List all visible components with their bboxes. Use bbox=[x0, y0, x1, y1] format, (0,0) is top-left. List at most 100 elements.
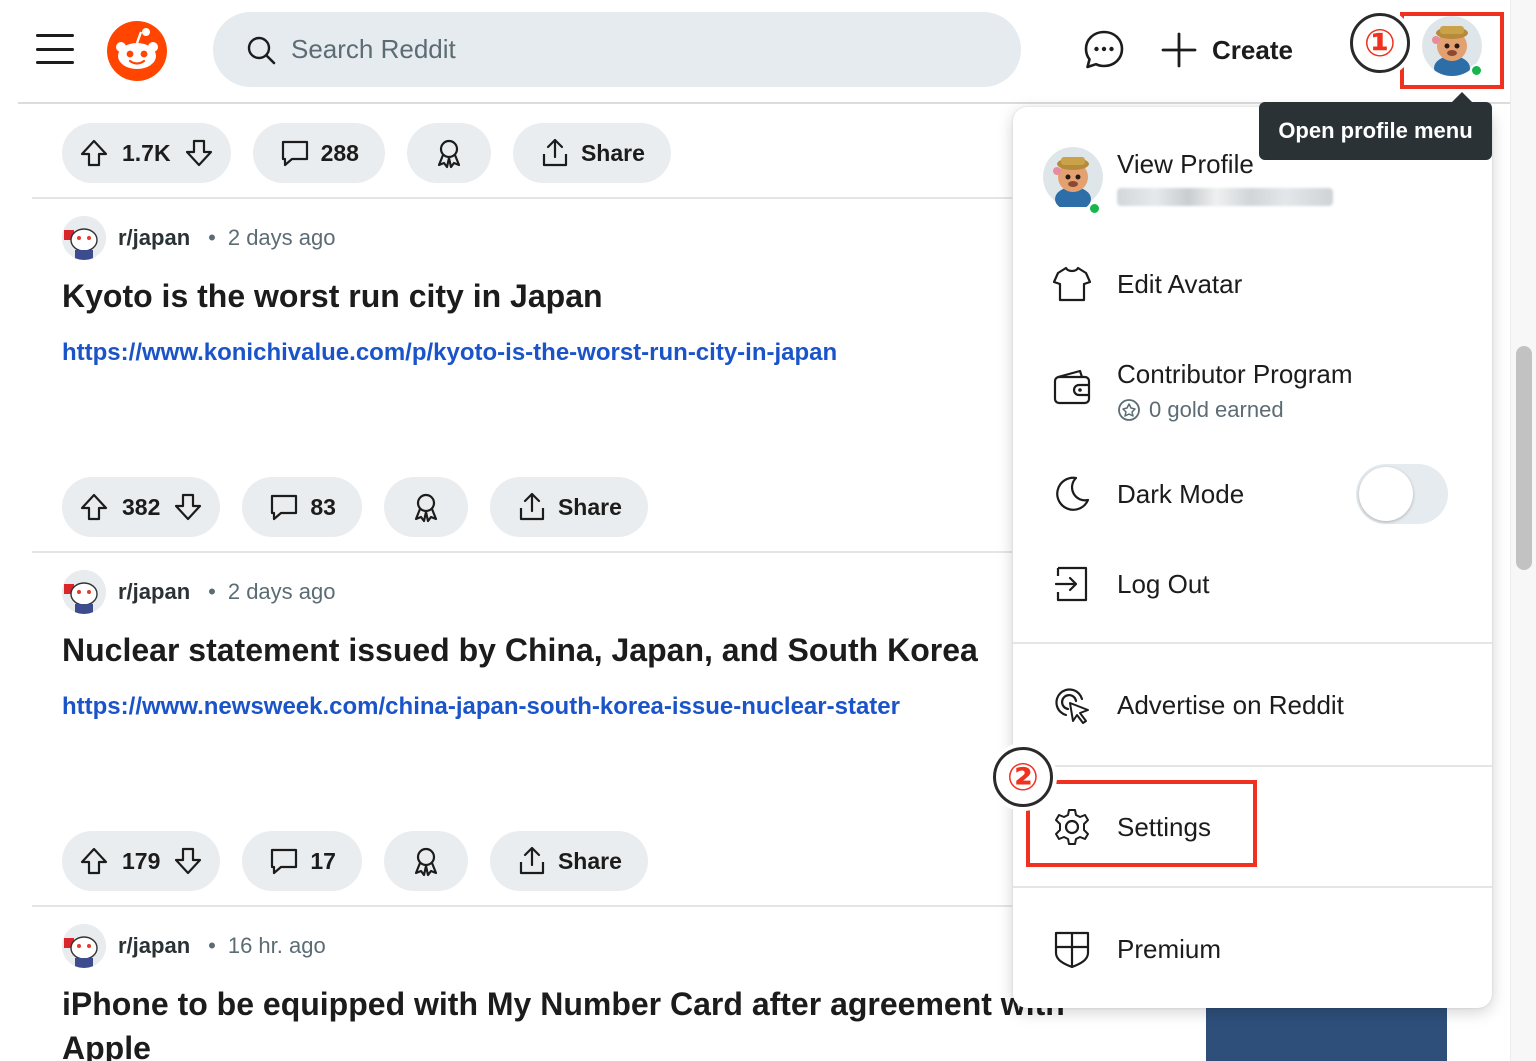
subreddit-icon[interactable] bbox=[62, 924, 106, 968]
logout-icon bbox=[1051, 563, 1093, 605]
gold-coin-icon bbox=[1118, 399, 1140, 421]
post-actions: 179 17 Share bbox=[62, 831, 648, 891]
shield-icon bbox=[1051, 928, 1093, 970]
vote-pill: 382 bbox=[62, 477, 221, 537]
share-label: Share bbox=[557, 493, 622, 520]
step-marker-2: ② bbox=[993, 747, 1053, 807]
menu-item-premium[interactable]: Premium bbox=[1013, 922, 1492, 976]
menu-item-contributor-program[interactable]: Contributor Program 0 gold earned bbox=[1013, 347, 1492, 437]
comment-icon bbox=[281, 140, 308, 167]
vote-pill: 179 bbox=[62, 831, 221, 891]
user-avatar-icon bbox=[1043, 147, 1103, 211]
share-icon bbox=[542, 138, 568, 167]
comment-icon bbox=[271, 848, 298, 875]
highlight-box-profile bbox=[1400, 12, 1504, 89]
menu-item-dark-mode[interactable]: Dark Mode bbox=[1013, 464, 1492, 524]
menu-item-edit-avatar[interactable]: Edit Avatar bbox=[1013, 257, 1492, 311]
award-button[interactable] bbox=[406, 123, 491, 183]
menu-divider bbox=[1013, 642, 1492, 644]
post-actions: 382 83 Share bbox=[62, 477, 648, 537]
post-divider bbox=[32, 905, 1012, 907]
subreddit-name[interactable]: r/japan bbox=[118, 933, 190, 959]
vote-count: 382 bbox=[122, 493, 161, 520]
subreddit-icon[interactable] bbox=[62, 216, 106, 260]
post-title[interactable]: Nuclear statement issued by China, Japan… bbox=[62, 632, 978, 669]
post-time: 2 days ago bbox=[227, 225, 336, 250]
search-icon bbox=[247, 36, 276, 64]
post-divider bbox=[32, 197, 1012, 199]
upvote-icon[interactable] bbox=[78, 491, 110, 523]
scrollbar-thumb[interactable] bbox=[1516, 346, 1532, 570]
menu-divider bbox=[1013, 886, 1492, 888]
subreddit-name[interactable]: r/japan bbox=[118, 579, 190, 605]
share-button[interactable]: Share bbox=[489, 831, 648, 891]
dark-mode-toggle[interactable] bbox=[1356, 464, 1448, 524]
post-thumbnail[interactable] bbox=[1206, 1008, 1447, 1061]
share-button[interactable]: Share bbox=[512, 123, 671, 183]
comment-count: 288 bbox=[320, 139, 359, 166]
post-time: 2 days ago bbox=[227, 579, 336, 604]
post-meta: r/japan • 2 days ago bbox=[62, 215, 335, 261]
share-label: Share bbox=[557, 847, 622, 874]
menu-avatar bbox=[1043, 147, 1103, 215]
vote-count: 1.7K bbox=[122, 139, 171, 166]
highlight-box-settings bbox=[1026, 780, 1257, 867]
reddit-logo-icon[interactable] bbox=[106, 20, 168, 82]
advertise-label: Advertise on Reddit bbox=[1117, 690, 1344, 720]
cursor-click-icon bbox=[1051, 684, 1093, 726]
hamburger-menu-icon[interactable] bbox=[36, 34, 74, 64]
award-button[interactable] bbox=[383, 477, 468, 537]
downvote-icon[interactable] bbox=[183, 137, 215, 169]
separator: • bbox=[208, 225, 216, 250]
vote-count: 179 bbox=[122, 847, 161, 874]
post-title[interactable]: iPhone to be equipped with My Number Car… bbox=[62, 986, 1065, 1023]
comments-button[interactable]: 288 bbox=[252, 123, 385, 183]
redacted-username bbox=[1117, 188, 1333, 206]
share-label: Share bbox=[580, 139, 645, 166]
search-placeholder: Search Reddit bbox=[291, 34, 456, 64]
downvote-icon[interactable] bbox=[172, 845, 204, 877]
award-button[interactable] bbox=[383, 831, 468, 891]
dark-mode-label: Dark Mode bbox=[1117, 479, 1245, 509]
post-link[interactable]: https://www.newsweek.com/china-japan-sou… bbox=[62, 693, 900, 721]
share-button[interactable]: Share bbox=[489, 477, 648, 537]
comment-count: 17 bbox=[310, 847, 336, 874]
create-button[interactable]: Create bbox=[1160, 28, 1293, 72]
chat-icon[interactable] bbox=[1082, 28, 1126, 72]
subreddit-name[interactable]: r/japan bbox=[118, 225, 190, 251]
toggle-knob bbox=[1359, 467, 1413, 521]
view-profile-label: View Profile bbox=[1117, 149, 1254, 179]
post-link[interactable]: https://www.konichivalue.com/p/kyoto-is-… bbox=[62, 339, 837, 367]
post-actions: 1.7K 288 Share bbox=[62, 123, 671, 183]
separator: • bbox=[208, 579, 216, 604]
create-label: Create bbox=[1212, 34, 1293, 65]
menu-item-advertise[interactable]: Advertise on Reddit bbox=[1013, 678, 1492, 732]
comment-count: 83 bbox=[310, 493, 336, 520]
profile-menu-tooltip: Open profile menu bbox=[1259, 92, 1492, 160]
shirt-icon bbox=[1051, 263, 1093, 305]
upvote-icon[interactable] bbox=[78, 845, 110, 877]
search-bar[interactable]: Search Reddit bbox=[213, 12, 1021, 87]
post-divider bbox=[32, 551, 1012, 553]
post-title[interactable]: Kyoto is the worst run city in Japan bbox=[62, 278, 603, 315]
subreddit-icon[interactable] bbox=[62, 570, 106, 614]
menu-divider bbox=[1013, 765, 1492, 767]
gold-earned-label: 0 gold earned bbox=[1149, 397, 1284, 422]
contributor-program-label: Contributor Program bbox=[1117, 359, 1353, 389]
post-meta: r/japan • 16 hr. ago bbox=[62, 923, 326, 969]
menu-item-log-out[interactable]: Log Out bbox=[1013, 557, 1492, 611]
post-time: 16 hr. ago bbox=[227, 933, 326, 958]
comment-icon bbox=[271, 494, 298, 521]
award-icon bbox=[437, 139, 461, 169]
comments-button[interactable]: 17 bbox=[242, 831, 362, 891]
post-title-continued[interactable]: Apple bbox=[62, 1030, 151, 1061]
share-icon bbox=[519, 846, 545, 875]
profile-dropdown-menu: View Profile Edit Avatar Contributor Pro… bbox=[1013, 107, 1492, 1008]
award-icon bbox=[414, 493, 438, 523]
wallet-icon bbox=[1051, 367, 1093, 409]
plus-icon bbox=[1161, 32, 1197, 68]
award-icon bbox=[414, 847, 438, 877]
downvote-icon[interactable] bbox=[172, 491, 204, 523]
comments-button[interactable]: 83 bbox=[242, 477, 362, 537]
upvote-icon[interactable] bbox=[78, 137, 110, 169]
